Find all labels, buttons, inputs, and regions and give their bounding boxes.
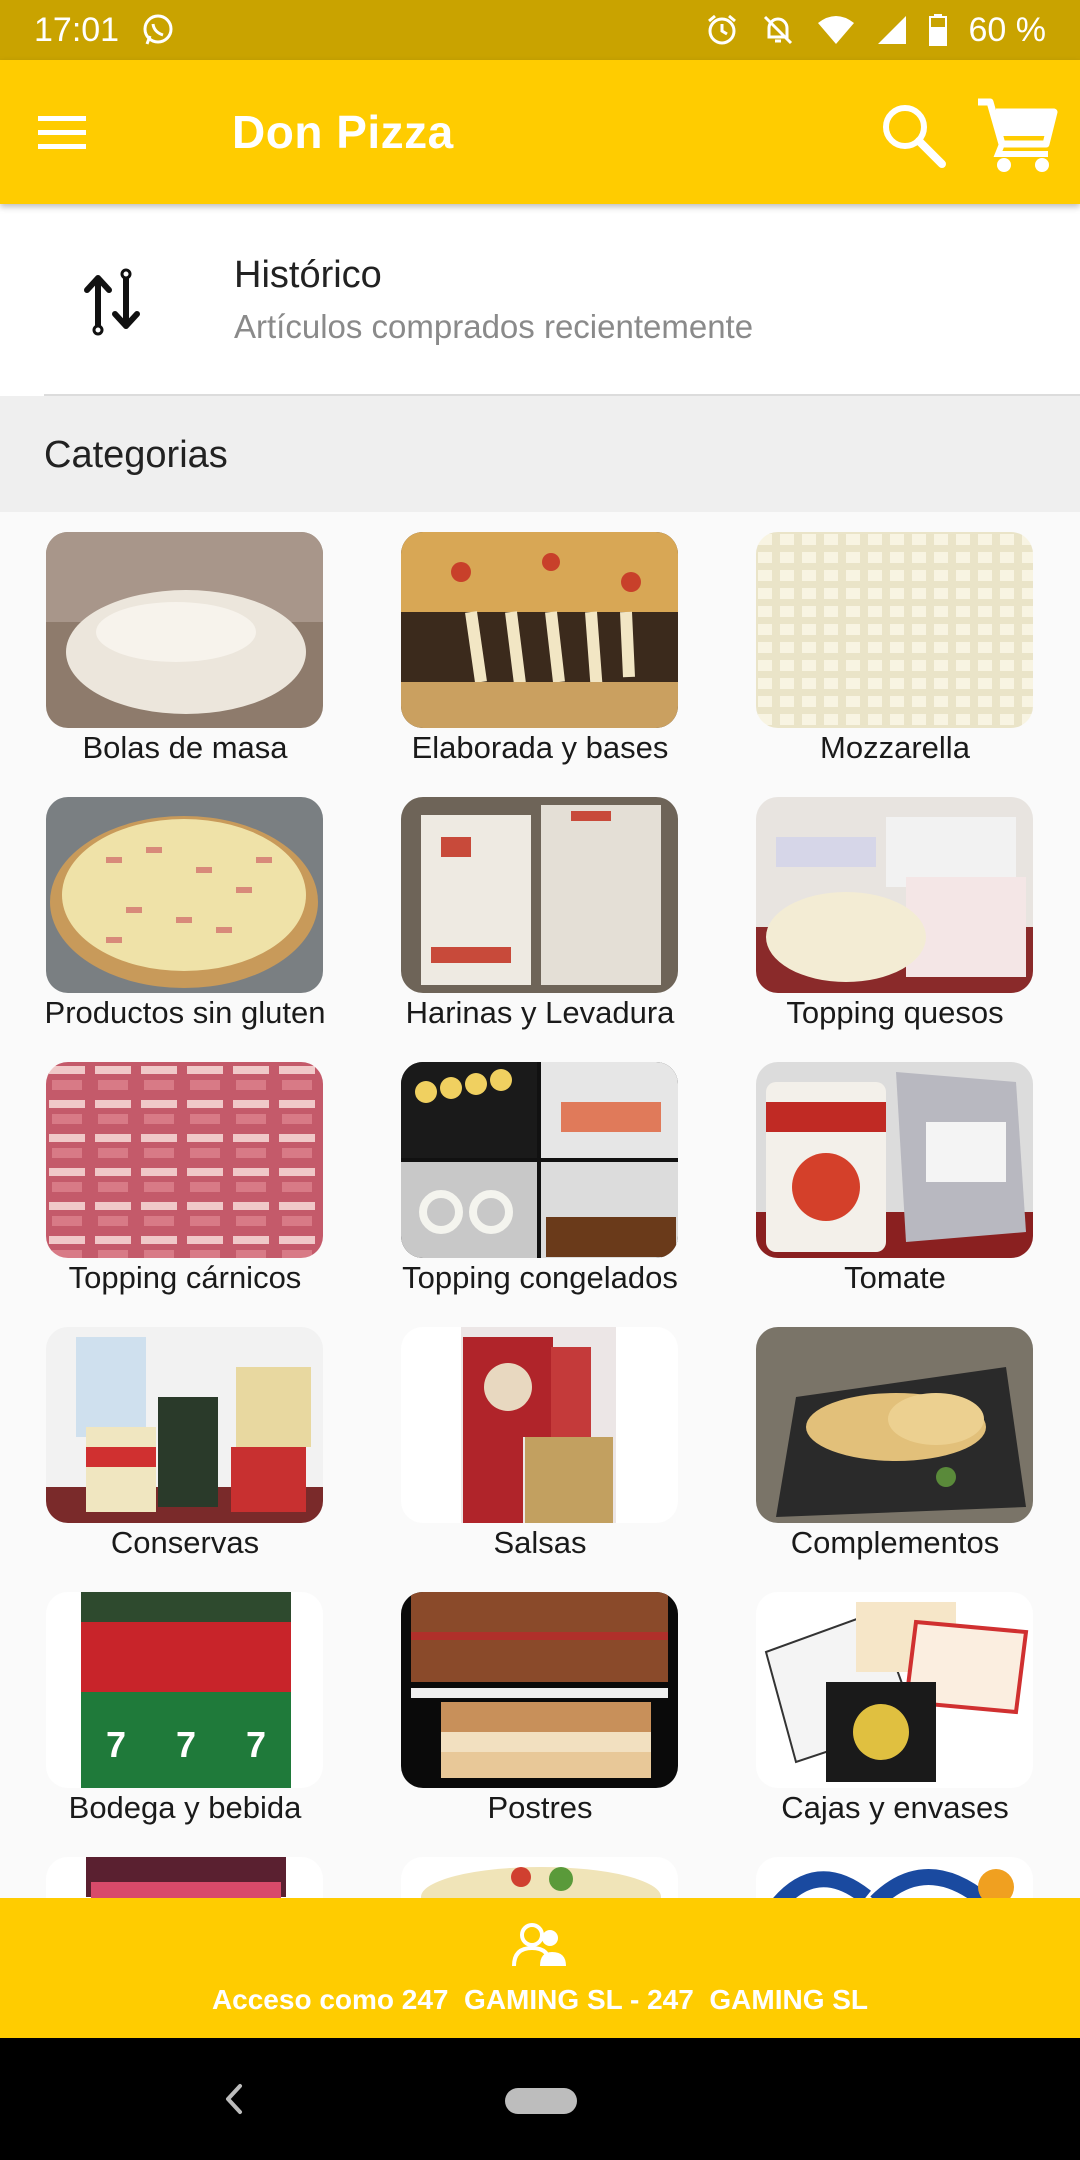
category-image [756,1062,1033,1258]
category-mozzarella[interactable]: Mozzarella [718,522,1072,787]
category-image [401,1857,678,1898]
status-bar: 17:01 60 % [0,0,1080,60]
category-label: Tomate [844,1260,946,1295]
category-tomate[interactable]: Tomate [718,1052,1072,1317]
category-image [401,1592,678,1788]
category-image [756,1592,1033,1788]
category-conservas[interactable]: Conservas [8,1317,362,1582]
wifi-icon [817,16,854,44]
category-complementos[interactable]: Complementos [718,1317,1072,1582]
category-bolas-de-masa[interactable]: Bolas de masa [8,522,362,787]
category-harinas-y-levadura[interactable]: Harinas y Levadura [363,787,717,1052]
search-button[interactable] [878,100,948,170]
category-postres[interactable]: Postres [363,1582,717,1847]
category-image [401,797,678,993]
category-image [756,532,1033,728]
category-label: Bodega y bebida [68,1790,302,1825]
svg-text:7: 7 [246,1724,266,1765]
category-image [756,797,1033,993]
category-label: Topping congelados [402,1260,678,1295]
category-topping-congelados[interactable]: Topping congelados [363,1052,717,1317]
category-label: Bolas de masa [82,730,288,765]
svg-text:7: 7 [106,1724,126,1765]
status-time: 17:01 [34,10,120,49]
category-image [46,1857,323,1898]
category-label: Topping cárnicos [68,1260,302,1295]
search-icon [883,105,946,168]
category-label: Salsas [493,1525,587,1560]
cart-icon [978,98,1058,172]
swap-vertical-icon [84,268,140,336]
category-topping-carnicos[interactable]: Topping cárnicos [8,1052,362,1317]
category-image [756,1327,1033,1523]
category-image [756,1857,1033,1898]
category-label: Harinas y Levadura [405,995,675,1030]
category-label: Productos sin gluten [44,995,326,1030]
system-nav-bar [0,2038,1080,2160]
category-item[interactable] [718,1847,1072,1898]
category-elaborada-y-bases[interactable]: Elaborada y bases [363,522,717,787]
category-item[interactable] [363,1847,717,1898]
category-item[interactable] [8,1847,362,1898]
category-label: Mozzarella [820,730,970,765]
alarm-icon [707,14,736,45]
category-label: Complementos [790,1525,1000,1560]
category-label: Topping quesos [786,995,1004,1030]
category-bodega-y-bebida[interactable]: 7 7 7 Bodega y bebida [8,1582,362,1847]
signal-icon [877,16,906,44]
battery-percent: 60 % [968,10,1047,49]
category-image [401,1062,678,1258]
category-label: Conservas [110,1525,260,1560]
category-image: 7 7 7 [46,1592,323,1788]
category-label: Elaborada y bases [411,730,669,765]
menu-button[interactable] [0,60,124,204]
users-icon [512,1923,566,1967]
app-bar: Don Pizza [0,60,1080,204]
category-image [46,1062,323,1258]
category-label: Postres [487,1790,593,1825]
menu-icon [38,116,86,149]
categories-title: Categorias [44,434,228,476]
svg-text:7: 7 [176,1724,196,1765]
category-productos-sin-gluten[interactable]: Productos sin gluten [8,787,362,1052]
battery-icon [928,14,947,46]
mute-icon [763,15,792,45]
historico-subtitle: Artículos comprados recientemente [234,308,754,345]
category-image [46,797,323,993]
back-icon[interactable] [220,2080,250,2118]
historico-title: Histórico [234,254,382,296]
category-image [46,1327,323,1523]
category-topping-quesos[interactable]: Topping quesos [718,787,1072,1052]
access-bar[interactable]: Acceso como 247 GAMING SL - 247 GAMING S… [0,1898,1080,2038]
app-title: Don Pizza [232,106,454,158]
category-cajas-y-envases[interactable]: Cajas y envases [718,1582,1072,1847]
category-image [401,1327,678,1523]
categories-header: Categorias [0,396,1080,512]
whatsapp-icon [143,14,173,45]
access-text: Acceso como 247 GAMING SL - 247 GAMING S… [211,1984,869,2015]
category-image [401,532,678,728]
category-grid: Bolas de masa Elaborada y bases Mozzarel… [0,512,1080,1898]
category-salsas[interactable]: Salsas [363,1317,717,1582]
historico-row[interactable]: Histórico Artículos comprados recienteme… [0,204,1080,396]
cart-button[interactable] [976,96,1058,174]
category-image [46,532,323,728]
home-pill[interactable] [505,2088,577,2114]
category-label: Cajas y envases [781,1790,1009,1825]
